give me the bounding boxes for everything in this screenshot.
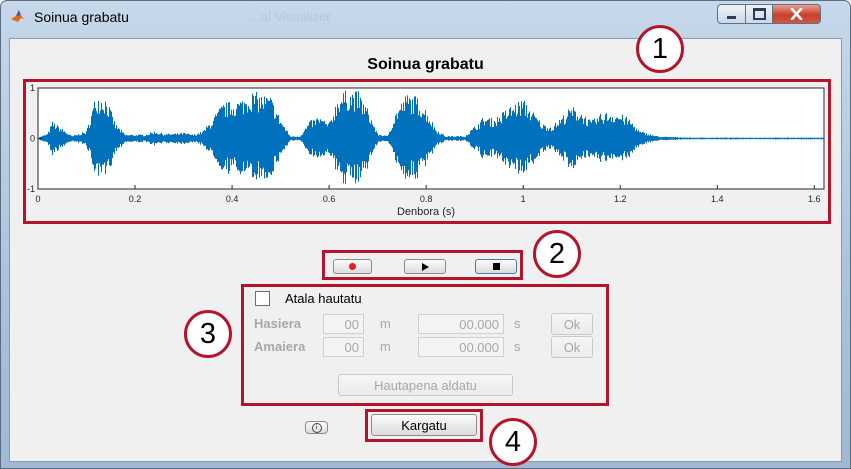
start-label: Hasiera xyxy=(254,316,301,331)
end-minutes-unit: m xyxy=(380,339,391,354)
maximize-button[interactable] xyxy=(745,4,773,24)
play-icon xyxy=(421,262,429,271)
close-button[interactable] xyxy=(772,4,821,24)
record-button[interactable] xyxy=(333,259,372,274)
info-button[interactable]: i xyxy=(305,421,328,434)
select-segment-checkbox[interactable] xyxy=(255,291,270,306)
annotation-marker-4: 4 xyxy=(489,418,537,466)
annotation-marker-1: 1 xyxy=(636,25,684,73)
load-button[interactable]: Kargatu xyxy=(371,414,477,436)
info-icon: i xyxy=(311,422,322,433)
end-seconds-unit: s xyxy=(514,339,521,354)
start-seconds-field[interactable]: 00.000 xyxy=(418,314,504,334)
start-minutes-field[interactable]: 00 xyxy=(323,314,364,334)
annotation-marker-3: 3 xyxy=(184,310,232,358)
plot-title: Soinua grabatu xyxy=(367,56,484,73)
annotation-marker-2: 2 xyxy=(533,230,581,278)
title-bar[interactable]: Soinua grabatu ...al Visualizer xyxy=(0,0,851,34)
start-seconds-unit: s xyxy=(514,316,521,331)
play-button[interactable] xyxy=(404,259,446,274)
select-segment-label: Atala hautatu xyxy=(285,291,362,306)
end-seconds-field[interactable]: 00.000 xyxy=(418,337,504,357)
minimize-button[interactable] xyxy=(717,4,746,24)
window-title: Soinua grabatu xyxy=(34,9,129,25)
matlab-app-icon xyxy=(10,8,26,24)
annotation-box-1 xyxy=(23,79,831,224)
end-minutes-field[interactable]: 00 xyxy=(323,337,364,357)
start-ok-button[interactable]: Ok xyxy=(551,313,593,335)
close-icon xyxy=(790,8,803,20)
start-minutes-unit: m xyxy=(380,316,391,331)
background-window-title: ...al Visualizer xyxy=(250,9,331,24)
maximize-icon xyxy=(752,8,766,20)
cut-selection-button[interactable]: Hautapena aldatu xyxy=(338,374,513,396)
end-ok-button[interactable]: Ok xyxy=(551,336,593,358)
end-label: Amaiera xyxy=(254,339,306,354)
stop-icon xyxy=(492,263,500,270)
record-icon xyxy=(349,263,356,270)
minimize-icon xyxy=(727,15,736,19)
stop-button[interactable] xyxy=(475,259,517,274)
x-axis-label: Denbora (s) xyxy=(396,206,456,218)
